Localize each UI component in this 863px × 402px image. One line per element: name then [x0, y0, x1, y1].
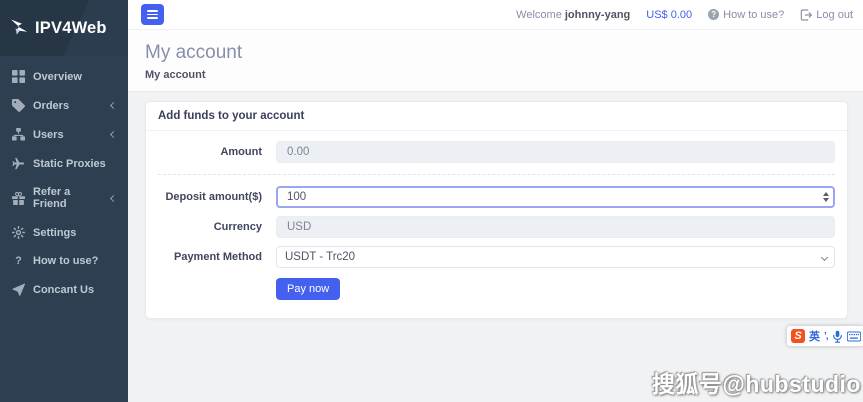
question-circle-icon: ?: [708, 9, 719, 20]
topbar-right: Welcome johnny-yang US$ 0.00 ? How to us…: [516, 9, 853, 21]
ime-punctuation-toggle[interactable]: ’,: [824, 331, 828, 342]
actions-row: Pay now: [158, 278, 835, 300]
stepper-up-icon[interactable]: [823, 192, 829, 196]
content: Add funds to your account Amount Deposit…: [128, 92, 863, 402]
chevron-left-icon: [110, 131, 117, 138]
sidebar-item-label: Orders: [33, 100, 69, 112]
chevron-left-icon: [110, 102, 117, 109]
main-area: Welcome johnny-yang US$ 0.00 ? How to us…: [128, 0, 863, 402]
sidebar-item-orders[interactable]: Orders: [0, 91, 128, 120]
balance-link[interactable]: US$ 0.00: [646, 9, 692, 21]
mic-icon[interactable]: [832, 330, 843, 343]
bird-icon: [9, 17, 31, 39]
ime-language-toggle[interactable]: 英: [809, 328, 820, 344]
sidebar-item-how-to-use[interactable]: ? How to use?: [0, 247, 128, 275]
logo[interactable]: IPV4Web: [0, 0, 128, 56]
grid-icon: [12, 70, 25, 83]
sidebar-item-label: How to use?: [33, 255, 98, 267]
amount-field: [276, 141, 835, 163]
sidebar-item-label: Users: [33, 129, 64, 141]
currency-field: [276, 216, 835, 238]
page-title: My account: [145, 42, 846, 64]
chevron-left-icon: [110, 194, 117, 201]
deposit-amount-label: Deposit amount($): [158, 191, 262, 203]
question-icon: ?: [12, 255, 25, 267]
page-header: My account My account: [128, 30, 863, 92]
sidebar-item-label: Settings: [33, 227, 76, 239]
sidebar-item-users[interactable]: Users: [0, 120, 128, 149]
topbar: Welcome johnny-yang US$ 0.00 ? How to us…: [128, 0, 863, 30]
stepper-down-icon[interactable]: [823, 198, 829, 202]
number-stepper[interactable]: [823, 192, 829, 202]
currency-row: Currency: [158, 216, 835, 238]
deposit-amount-field[interactable]: [276, 186, 835, 208]
amount-row: Amount: [158, 141, 835, 163]
app-window: IPV4Web Overview O: [0, 0, 863, 402]
sidebar-item-label: Static Proxies: [33, 158, 106, 170]
sitemap-icon: [12, 128, 25, 141]
paper-plane-icon: [12, 283, 25, 296]
logo-text: IPV4Web: [35, 19, 107, 38]
add-funds-card: Add funds to your account Amount Deposit…: [145, 101, 848, 319]
divider: [158, 174, 835, 175]
plane-icon: [12, 157, 25, 170]
how-to-use-link[interactable]: ? How to use?: [708, 9, 784, 21]
payment-method-label: Payment Method: [158, 251, 262, 263]
sidebar-item-refer-a-friend[interactable]: Refer a Friend: [0, 178, 128, 218]
sidebar-item-overview[interactable]: Overview: [0, 62, 128, 91]
currency-label: Currency: [158, 221, 262, 233]
sidebar-item-contact-us[interactable]: Concant Us: [0, 275, 128, 304]
sogou-logo-icon[interactable]: S: [791, 329, 805, 343]
welcome-text: Welcome johnny-yang: [516, 9, 630, 21]
sogou-ime-toolbar: S 英 ’,: [787, 326, 863, 346]
hamburger-icon: [147, 10, 158, 12]
logout-icon: [800, 9, 812, 21]
sidebar-item-label: Overview: [33, 71, 82, 83]
amount-label: Amount: [158, 146, 262, 158]
sidebar-nav: Overview Orders: [0, 56, 128, 310]
payment-method-row: Payment Method USDT - Trc20: [158, 246, 835, 268]
gift-icon: [12, 192, 25, 205]
payment-method-select[interactable]: USDT - Trc20: [276, 246, 835, 268]
breadcrumb[interactable]: My account: [145, 69, 846, 81]
sidebar-item-label: Concant Us: [33, 284, 94, 296]
card-title: Add funds to your account: [146, 102, 847, 131]
sidebar-item-static-proxies[interactable]: Static Proxies: [0, 149, 128, 178]
hamburger-menu-button[interactable]: [141, 4, 164, 25]
add-funds-form: Amount Deposit amount($): [146, 131, 847, 318]
deposit-row: Deposit amount($): [158, 186, 835, 208]
username: johnny-yang: [565, 9, 630, 21]
pay-now-button[interactable]: Pay now: [276, 278, 340, 300]
keyboard-icon[interactable]: [847, 331, 861, 342]
sidebar-item-label: Refer a Friend: [33, 186, 103, 210]
tag-icon: [12, 99, 25, 112]
logout-link[interactable]: Log out: [800, 9, 853, 21]
gear-icon: [12, 226, 25, 239]
sidebar-item-settings[interactable]: Settings: [0, 218, 128, 247]
sidebar: IPV4Web Overview O: [0, 0, 128, 402]
